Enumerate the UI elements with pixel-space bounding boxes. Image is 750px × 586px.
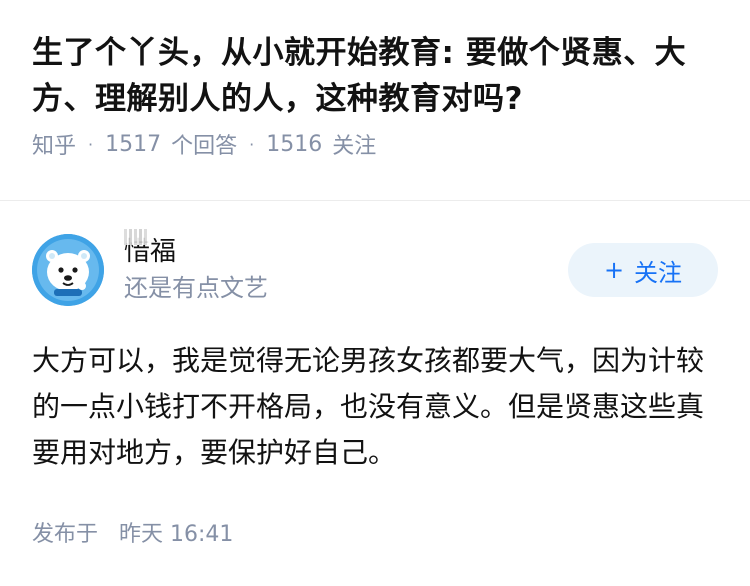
follow-button-label: 关注: [634, 258, 683, 287]
author-row: 惜福 还是有点文艺 + 关注: [32, 229, 718, 308]
question-card: 生了个丫头，从小就开始教育: 要做个贤惠、大方、理解别人的人，这种教育对吗? 知…: [0, 0, 750, 160]
answer-count[interactable]: 1517: [105, 132, 161, 157]
answer-content[interactable]: 大方可以，我是觉得无论男孩女孩都要大气，因为计较的一点小钱打不开格局，也没有意义…: [32, 338, 718, 476]
meta-separator: ·: [249, 134, 255, 154]
author-name-wrap[interactable]: 惜福: [124, 229, 176, 269]
avatar[interactable]: [32, 234, 104, 306]
answer-count-label[interactable]: 个回答: [171, 128, 237, 160]
question-meta: 知乎 · 1517 个回答 · 1516 关注: [32, 128, 718, 160]
meta-separator: ·: [88, 134, 94, 154]
author-info: 惜福 还是有点文艺: [124, 229, 568, 305]
question-title[interactable]: 生了个丫头，从小就开始教育: 要做个贤惠、大方、理解别人的人，这种教育对吗?: [32, 30, 718, 122]
follow-count: 1516: [266, 131, 323, 157]
publish-time: 昨天 16:41: [119, 522, 234, 547]
blur-mark: [124, 229, 150, 245]
publish-label: 发布于: [32, 522, 99, 547]
answer-card: 惜福 还是有点文艺 + 关注 大方可以，我是觉得无论男孩女孩都要大气，因为计较的…: [32, 229, 718, 548]
source-label[interactable]: 知乎: [32, 128, 76, 160]
polar-bear-avatar-icon: [32, 234, 104, 306]
answer-time: 发布于 昨天 16:41: [32, 516, 718, 548]
author-bio: 还是有点文艺: [124, 274, 268, 302]
follow-button[interactable]: + 关注: [568, 243, 718, 297]
follow-count-label: 关注: [332, 134, 377, 159]
plus-icon: +: [603, 256, 625, 284]
divider: [0, 200, 750, 201]
